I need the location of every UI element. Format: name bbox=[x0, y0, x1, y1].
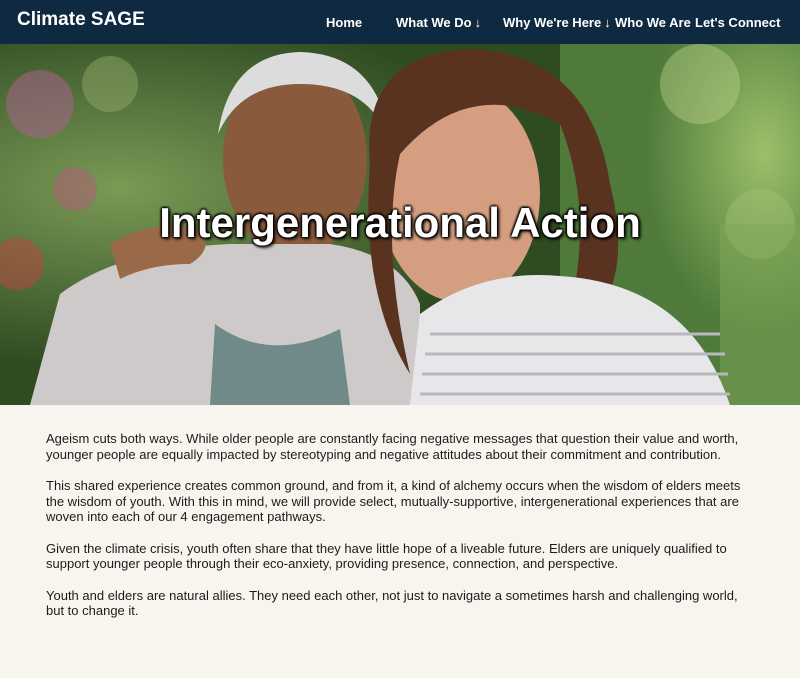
arrow-down-icon: ↓ bbox=[474, 15, 482, 30]
content-paragraph: Given the climate crisis, youth often sh… bbox=[46, 540, 727, 572]
main-nav: Home What We Do ↓ Why We're Here ↓ Who W… bbox=[0, 0, 800, 44]
content-paragraph: Ageism cuts both ways. While older peopl… bbox=[46, 431, 739, 462]
nav-why-were-here[interactable]: Why We're Here ↓ bbox=[503, 15, 611, 30]
content-paragraph: Youth and elders are natural allies. The… bbox=[46, 587, 738, 619]
nav-why-were-here-label: Why We're Here bbox=[503, 15, 602, 30]
hero-banner: Intergenerational Action bbox=[0, 44, 800, 405]
nav-who-we-are[interactable]: Who We Are bbox=[615, 15, 691, 30]
arrow-down-icon: ↓ bbox=[604, 15, 611, 30]
nav-what-we-do[interactable]: What We Do ↓ bbox=[396, 15, 481, 30]
hero-title: Intergenerational Action bbox=[159, 199, 641, 246]
nav-who-we-are-label: Who We Are bbox=[615, 15, 691, 30]
content-paragraph: This shared experience creates common gr… bbox=[46, 478, 741, 524]
site-header: Climate SAGE Home What We Do ↓ Why We're… bbox=[0, 0, 800, 44]
nav-home[interactable]: Home bbox=[326, 15, 362, 30]
nav-home-label: Home bbox=[326, 15, 363, 30]
nav-lets-connect[interactable]: Let's Connect bbox=[695, 15, 780, 30]
nav-lets-connect-label: Let's Connect bbox=[695, 15, 781, 30]
nav-what-we-do-label: What We Do bbox=[396, 15, 472, 30]
main-content: Ageism cuts both ways. While older peopl… bbox=[46, 431, 756, 635]
